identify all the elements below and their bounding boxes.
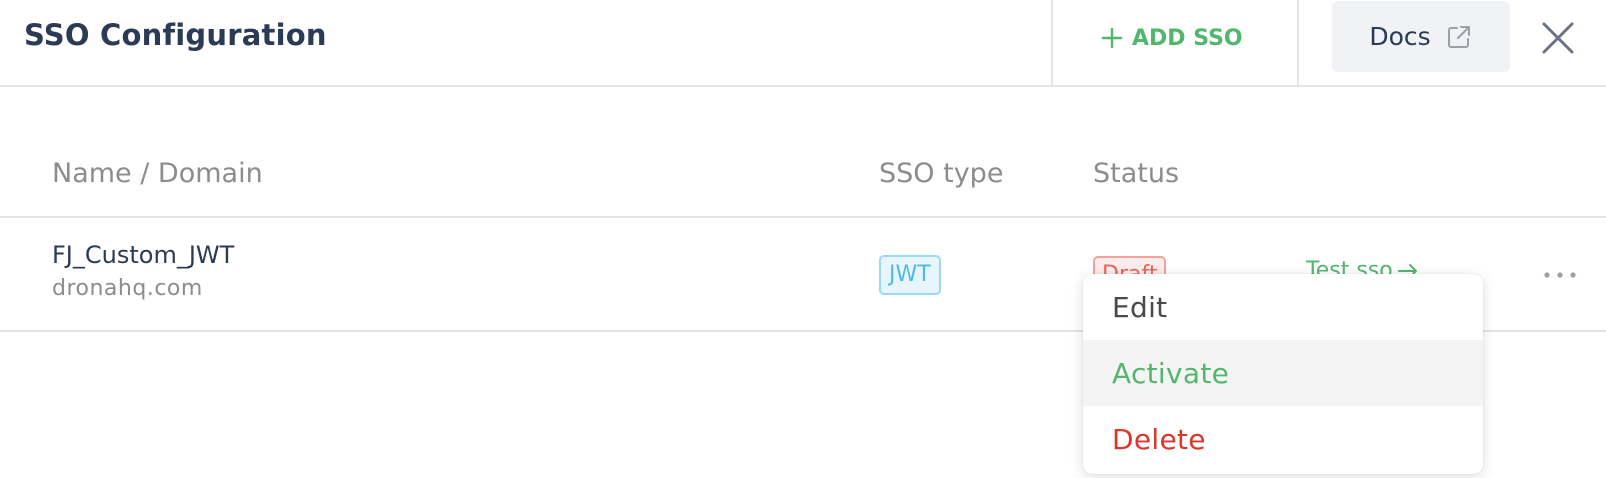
more-horizontal-icon[interactable] [1542, 270, 1578, 280]
page-title: SSO Configuration [24, 18, 327, 52]
docs-label: Docs [1369, 22, 1431, 51]
menu-item-edit[interactable]: Edit [1083, 274, 1483, 340]
sso-name: FJ_Custom_JWT [52, 241, 235, 269]
column-header-status: Status [1093, 158, 1180, 189]
sso-configuration-panel: SSO Configuration ADD SSO Docs Name / Do… [0, 0, 1606, 478]
sso-domain: dronahq.com [52, 276, 203, 301]
table-divider [0, 216, 1606, 218]
header-bar: SSO Configuration ADD SSO Docs [0, 0, 1606, 87]
menu-item-activate[interactable]: Activate [1083, 340, 1483, 406]
column-header-name-domain: Name / Domain [52, 158, 263, 189]
add-sso-label: ADD SSO [1132, 25, 1243, 51]
add-sso-button[interactable]: ADD SSO [1100, 20, 1243, 56]
row-actions-menu: Edit Activate Delete [1083, 274, 1483, 474]
column-header-sso-type: SSO type [879, 158, 1004, 189]
menu-item-delete[interactable]: Delete [1083, 406, 1483, 472]
close-icon[interactable] [1538, 18, 1578, 58]
docs-button[interactable]: Docs [1332, 1, 1510, 72]
header-divider [1297, 0, 1299, 85]
header-divider [1051, 0, 1053, 85]
sso-type-badge: JWT [879, 255, 941, 295]
external-link-icon [1447, 25, 1470, 48]
plus-icon [1101, 27, 1123, 49]
